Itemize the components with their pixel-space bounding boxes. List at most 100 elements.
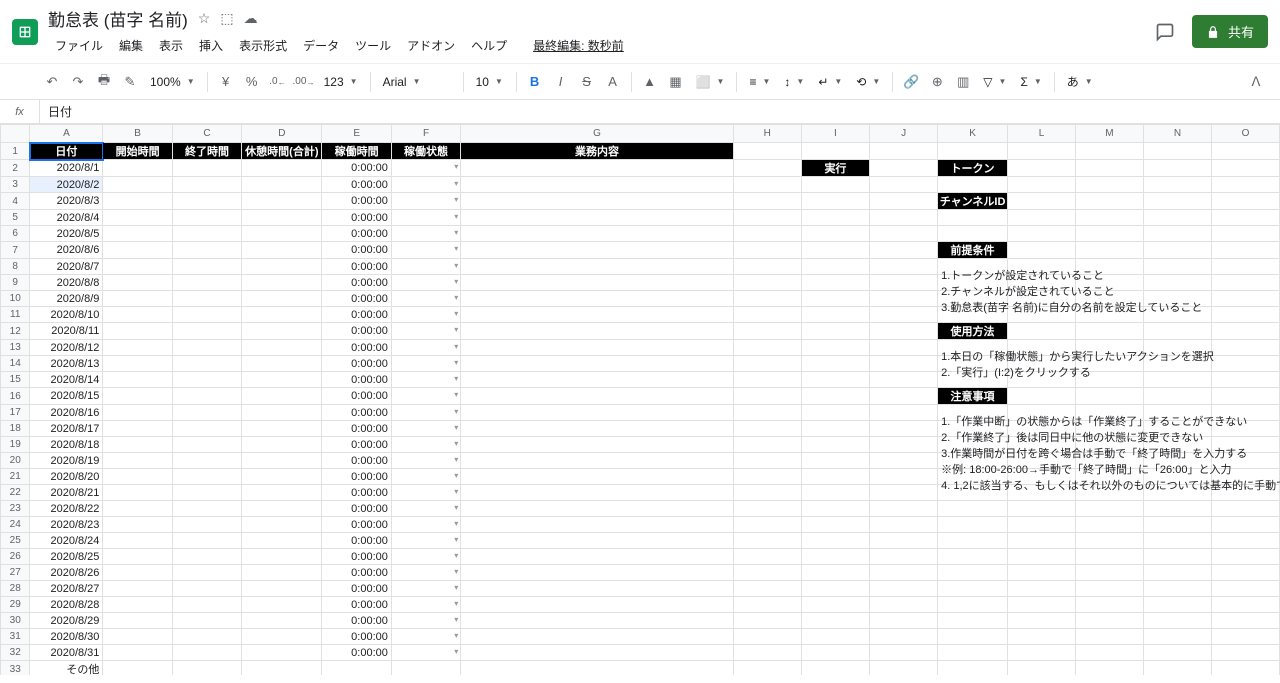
share-button[interactable]: 共有 xyxy=(1192,15,1268,48)
cell-J16[interactable] xyxy=(870,388,938,405)
cell-K22[interactable] xyxy=(938,485,1008,501)
col-header-G[interactable]: G xyxy=(461,125,734,143)
cell-B9[interactable] xyxy=(103,275,172,291)
cell-L27[interactable] xyxy=(1008,565,1076,581)
cell-G22[interactable] xyxy=(461,485,734,501)
cell-M22[interactable] xyxy=(1075,485,1143,501)
cell-K2[interactable]: トークン xyxy=(938,160,1008,177)
cell-F5[interactable] xyxy=(391,210,460,226)
cell-K15[interactable] xyxy=(938,372,1008,388)
cell-J30[interactable] xyxy=(870,613,938,629)
cell-C26[interactable] xyxy=(172,549,241,565)
cell-J7[interactable] xyxy=(870,242,938,259)
cell-L4[interactable] xyxy=(1008,193,1076,210)
italic-button[interactable]: I xyxy=(549,70,573,94)
cell-J11[interactable] xyxy=(870,307,938,323)
cell-J23[interactable] xyxy=(870,501,938,517)
cell-B11[interactable] xyxy=(103,307,172,323)
cell-G11[interactable] xyxy=(461,307,734,323)
cell-C22[interactable] xyxy=(172,485,241,501)
cell-E24[interactable]: 0:00:00 xyxy=(322,517,391,533)
cell-B19[interactable] xyxy=(103,437,172,453)
cell-N4[interactable] xyxy=(1143,193,1211,210)
row-header-13[interactable]: 13 xyxy=(1,340,30,356)
cell-M8[interactable] xyxy=(1075,259,1143,275)
cell-K24[interactable] xyxy=(938,517,1008,533)
cell-O26[interactable] xyxy=(1211,549,1279,565)
cell-K14[interactable]: 2.「実行」(I:2)をクリックする xyxy=(938,356,1008,372)
cell-M1[interactable] xyxy=(1075,143,1143,160)
row-header-2[interactable]: 2 xyxy=(1,160,30,177)
cell-O31[interactable] xyxy=(1211,629,1279,645)
functions-button[interactable]: Σ▼ xyxy=(1014,70,1047,94)
v-align-button[interactable]: ↕▼ xyxy=(778,70,810,94)
cell-C7[interactable] xyxy=(172,242,241,259)
cell-A30[interactable]: 2020/8/29 xyxy=(30,613,103,629)
cell-L16[interactable] xyxy=(1008,388,1076,405)
cell-C1[interactable]: 終了時間 xyxy=(172,143,241,160)
cell-H9[interactable] xyxy=(733,275,801,291)
cell-O20[interactable] xyxy=(1211,453,1279,469)
cell-B25[interactable] xyxy=(103,533,172,549)
cell-M27[interactable] xyxy=(1075,565,1143,581)
cell-K20[interactable]: ※例: 18:00-26:00→手動で「終了時間」に「26:00」と入力 xyxy=(938,453,1008,469)
cell-K32[interactable] xyxy=(938,645,1008,661)
cell-M30[interactable] xyxy=(1075,613,1143,629)
strikethrough-button[interactable]: S xyxy=(575,70,599,94)
cell-F15[interactable] xyxy=(391,372,460,388)
row-header-32[interactable]: 32 xyxy=(1,645,30,661)
cell-J5[interactable] xyxy=(870,210,938,226)
cell-E33[interactable] xyxy=(322,661,391,676)
cell-D28[interactable] xyxy=(242,581,322,597)
cell-A19[interactable]: 2020/8/18 xyxy=(30,437,103,453)
cell-F2[interactable] xyxy=(391,160,460,177)
cell-L10[interactable] xyxy=(1008,291,1076,307)
cell-H21[interactable] xyxy=(733,469,801,485)
cell-B15[interactable] xyxy=(103,372,172,388)
cell-G30[interactable] xyxy=(461,613,734,629)
cell-I2[interactable]: 実行 xyxy=(801,160,869,177)
cell-E28[interactable]: 0:00:00 xyxy=(322,581,391,597)
cell-M21[interactable] xyxy=(1075,469,1143,485)
cell-O6[interactable] xyxy=(1211,226,1279,242)
cell-M11[interactable] xyxy=(1075,307,1143,323)
cell-O3[interactable] xyxy=(1211,177,1279,193)
cell-E26[interactable]: 0:00:00 xyxy=(322,549,391,565)
cell-H3[interactable] xyxy=(733,177,801,193)
cell-F27[interactable] xyxy=(391,565,460,581)
cell-K30[interactable] xyxy=(938,613,1008,629)
cell-O23[interactable] xyxy=(1211,501,1279,517)
cell-F19[interactable] xyxy=(391,437,460,453)
cell-N14[interactable] xyxy=(1143,356,1211,372)
cell-C24[interactable] xyxy=(172,517,241,533)
cell-O32[interactable] xyxy=(1211,645,1279,661)
cell-B7[interactable] xyxy=(103,242,172,259)
cell-B27[interactable] xyxy=(103,565,172,581)
cell-L31[interactable] xyxy=(1008,629,1076,645)
cell-L5[interactable] xyxy=(1008,210,1076,226)
cell-O25[interactable] xyxy=(1211,533,1279,549)
cell-N24[interactable] xyxy=(1143,517,1211,533)
col-header-H[interactable]: H xyxy=(733,125,801,143)
row-header-26[interactable]: 26 xyxy=(1,549,30,565)
cell-H20[interactable] xyxy=(733,453,801,469)
cell-N23[interactable] xyxy=(1143,501,1211,517)
cell-D11[interactable] xyxy=(242,307,322,323)
cell-B6[interactable] xyxy=(103,226,172,242)
row-header-29[interactable]: 29 xyxy=(1,597,30,613)
cell-D20[interactable] xyxy=(242,453,322,469)
cell-O30[interactable] xyxy=(1211,613,1279,629)
cell-I13[interactable] xyxy=(801,340,869,356)
cell-C18[interactable] xyxy=(172,421,241,437)
cell-F13[interactable] xyxy=(391,340,460,356)
cell-O2[interactable] xyxy=(1211,160,1279,177)
cell-A21[interactable]: 2020/8/20 xyxy=(30,469,103,485)
cell-B28[interactable] xyxy=(103,581,172,597)
cell-C15[interactable] xyxy=(172,372,241,388)
cell-O19[interactable] xyxy=(1211,437,1279,453)
cell-H29[interactable] xyxy=(733,597,801,613)
cell-E25[interactable]: 0:00:00 xyxy=(322,533,391,549)
cell-M2[interactable] xyxy=(1075,160,1143,177)
cell-M12[interactable] xyxy=(1075,323,1143,340)
cell-E11[interactable]: 0:00:00 xyxy=(322,307,391,323)
